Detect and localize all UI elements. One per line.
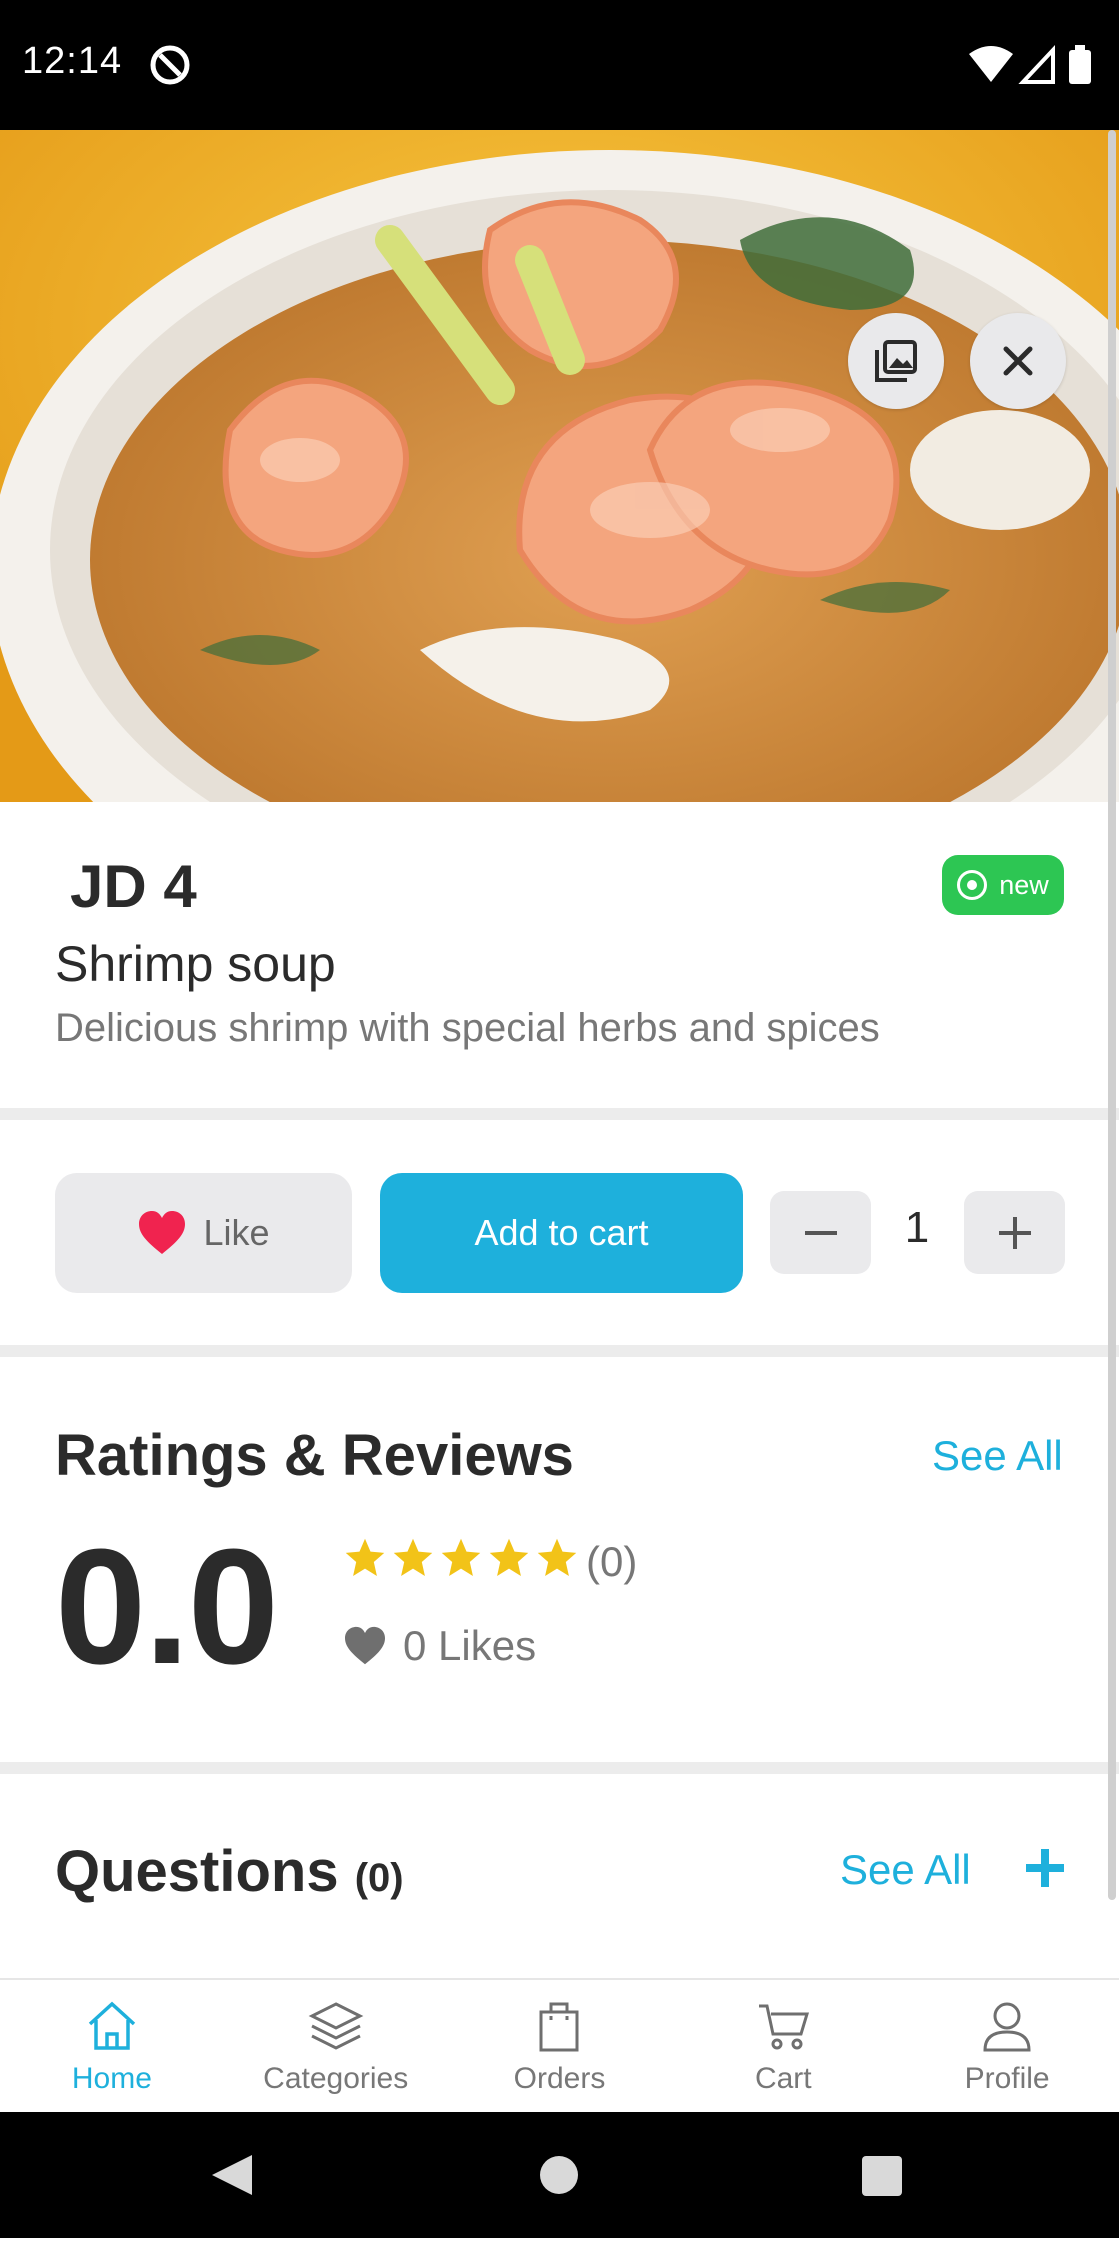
quantity-increase-button[interactable] [964, 1191, 1065, 1274]
back-button[interactable] [212, 2155, 252, 2195]
rating-count: (0) [586, 1538, 638, 1585]
like-label: Like [203, 1212, 270, 1253]
star-icon [393, 1538, 433, 1576]
star-icon [537, 1538, 577, 1576]
nav-orders[interactable]: Orders [448, 1980, 672, 2114]
recents-button[interactable] [862, 2156, 902, 2196]
quantity-value: 1 [904, 1203, 930, 1252]
cart-icon [759, 2004, 810, 2050]
minus-icon [804, 1230, 837, 1235]
star-icon [489, 1538, 529, 1576]
questions-title-label: Questions [55, 1839, 339, 1904]
home-circle-icon [540, 2156, 578, 2194]
heart-outline-icon [345, 1626, 385, 1665]
rating-score: 0.0 [55, 1515, 279, 1698]
nav-orders-label: Orders [513, 2062, 606, 2095]
back-icon [212, 2155, 252, 2195]
signal-icon [1018, 44, 1055, 84]
nav-profile-label: Profile [964, 2062, 1050, 2095]
wifi-icon [969, 46, 1013, 82]
scrollbar[interactable] [1108, 130, 1116, 1900]
product-image [0, 130, 1119, 802]
likes-summary: 0 Likes [343, 1622, 536, 1670]
product-price: JD 4 [70, 853, 197, 920]
home-icon [88, 2001, 136, 2050]
product-name: Shrimp soup [55, 936, 336, 992]
quantity-decrease-button[interactable] [770, 1191, 871, 1274]
notification-icon [150, 45, 190, 85]
nav-cart[interactable]: Cart [671, 1980, 895, 2114]
nav-cart-label: Cart [754, 2062, 812, 2095]
questions-count: (0) [354, 1856, 404, 1900]
close-icon [1003, 346, 1033, 376]
user-icon [983, 2002, 1031, 2052]
questions-title: Questions (0) [55, 1838, 404, 1905]
battery-icon [1069, 45, 1091, 84]
product-description: Delicious shrimp with special herbs and … [55, 1006, 880, 1050]
radio-dot-icon [957, 870, 988, 900]
close-button[interactable] [970, 313, 1066, 409]
gallery-button[interactable] [848, 313, 944, 409]
bag-icon [539, 2002, 579, 2052]
new-badge: new [942, 855, 1064, 915]
bottom-nav: Home Categories Orders Cart Profile [0, 1978, 1119, 2114]
heart-icon [139, 1211, 186, 1254]
nav-profile[interactable]: Profile [895, 1980, 1119, 2114]
system-nav-bar [0, 2112, 1119, 2238]
badge-label: new [999, 869, 1049, 900]
plus-icon [998, 1216, 1031, 1249]
like-button[interactable]: Like [55, 1173, 352, 1293]
star-icon [441, 1538, 481, 1576]
home-button[interactable] [540, 2156, 578, 2194]
status-icons [969, 44, 1091, 84]
add-question-icon[interactable] [1022, 1845, 1068, 1891]
gallery-icon [875, 340, 917, 382]
status-bar: 12:14 [0, 0, 1119, 130]
likes-count: 0 Likes [403, 1622, 537, 1669]
add-to-cart-button[interactable]: Add to cart [380, 1173, 743, 1293]
rating-stars [343, 1536, 579, 1580]
layers-icon [308, 2002, 364, 2050]
nav-home-label: Home [71, 2062, 152, 2095]
nav-home[interactable]: Home [0, 1980, 224, 2114]
status-time: 12:14 [22, 40, 123, 82]
divider [0, 1108, 1119, 1120]
ratings-title: Ratings & Reviews [55, 1423, 574, 1488]
add-to-cart-label: Add to cart [474, 1212, 649, 1253]
nav-categories[interactable]: Categories [224, 1980, 448, 2114]
questions-see-all-link[interactable]: See All [840, 1846, 971, 1894]
star-icon [345, 1538, 385, 1576]
ratings-see-all-link[interactable]: See All [932, 1432, 1063, 1480]
nav-categories-label: Categories [263, 2062, 409, 2095]
divider [0, 1345, 1119, 1357]
divider [0, 1762, 1119, 1774]
recents-icon [862, 2156, 902, 2196]
